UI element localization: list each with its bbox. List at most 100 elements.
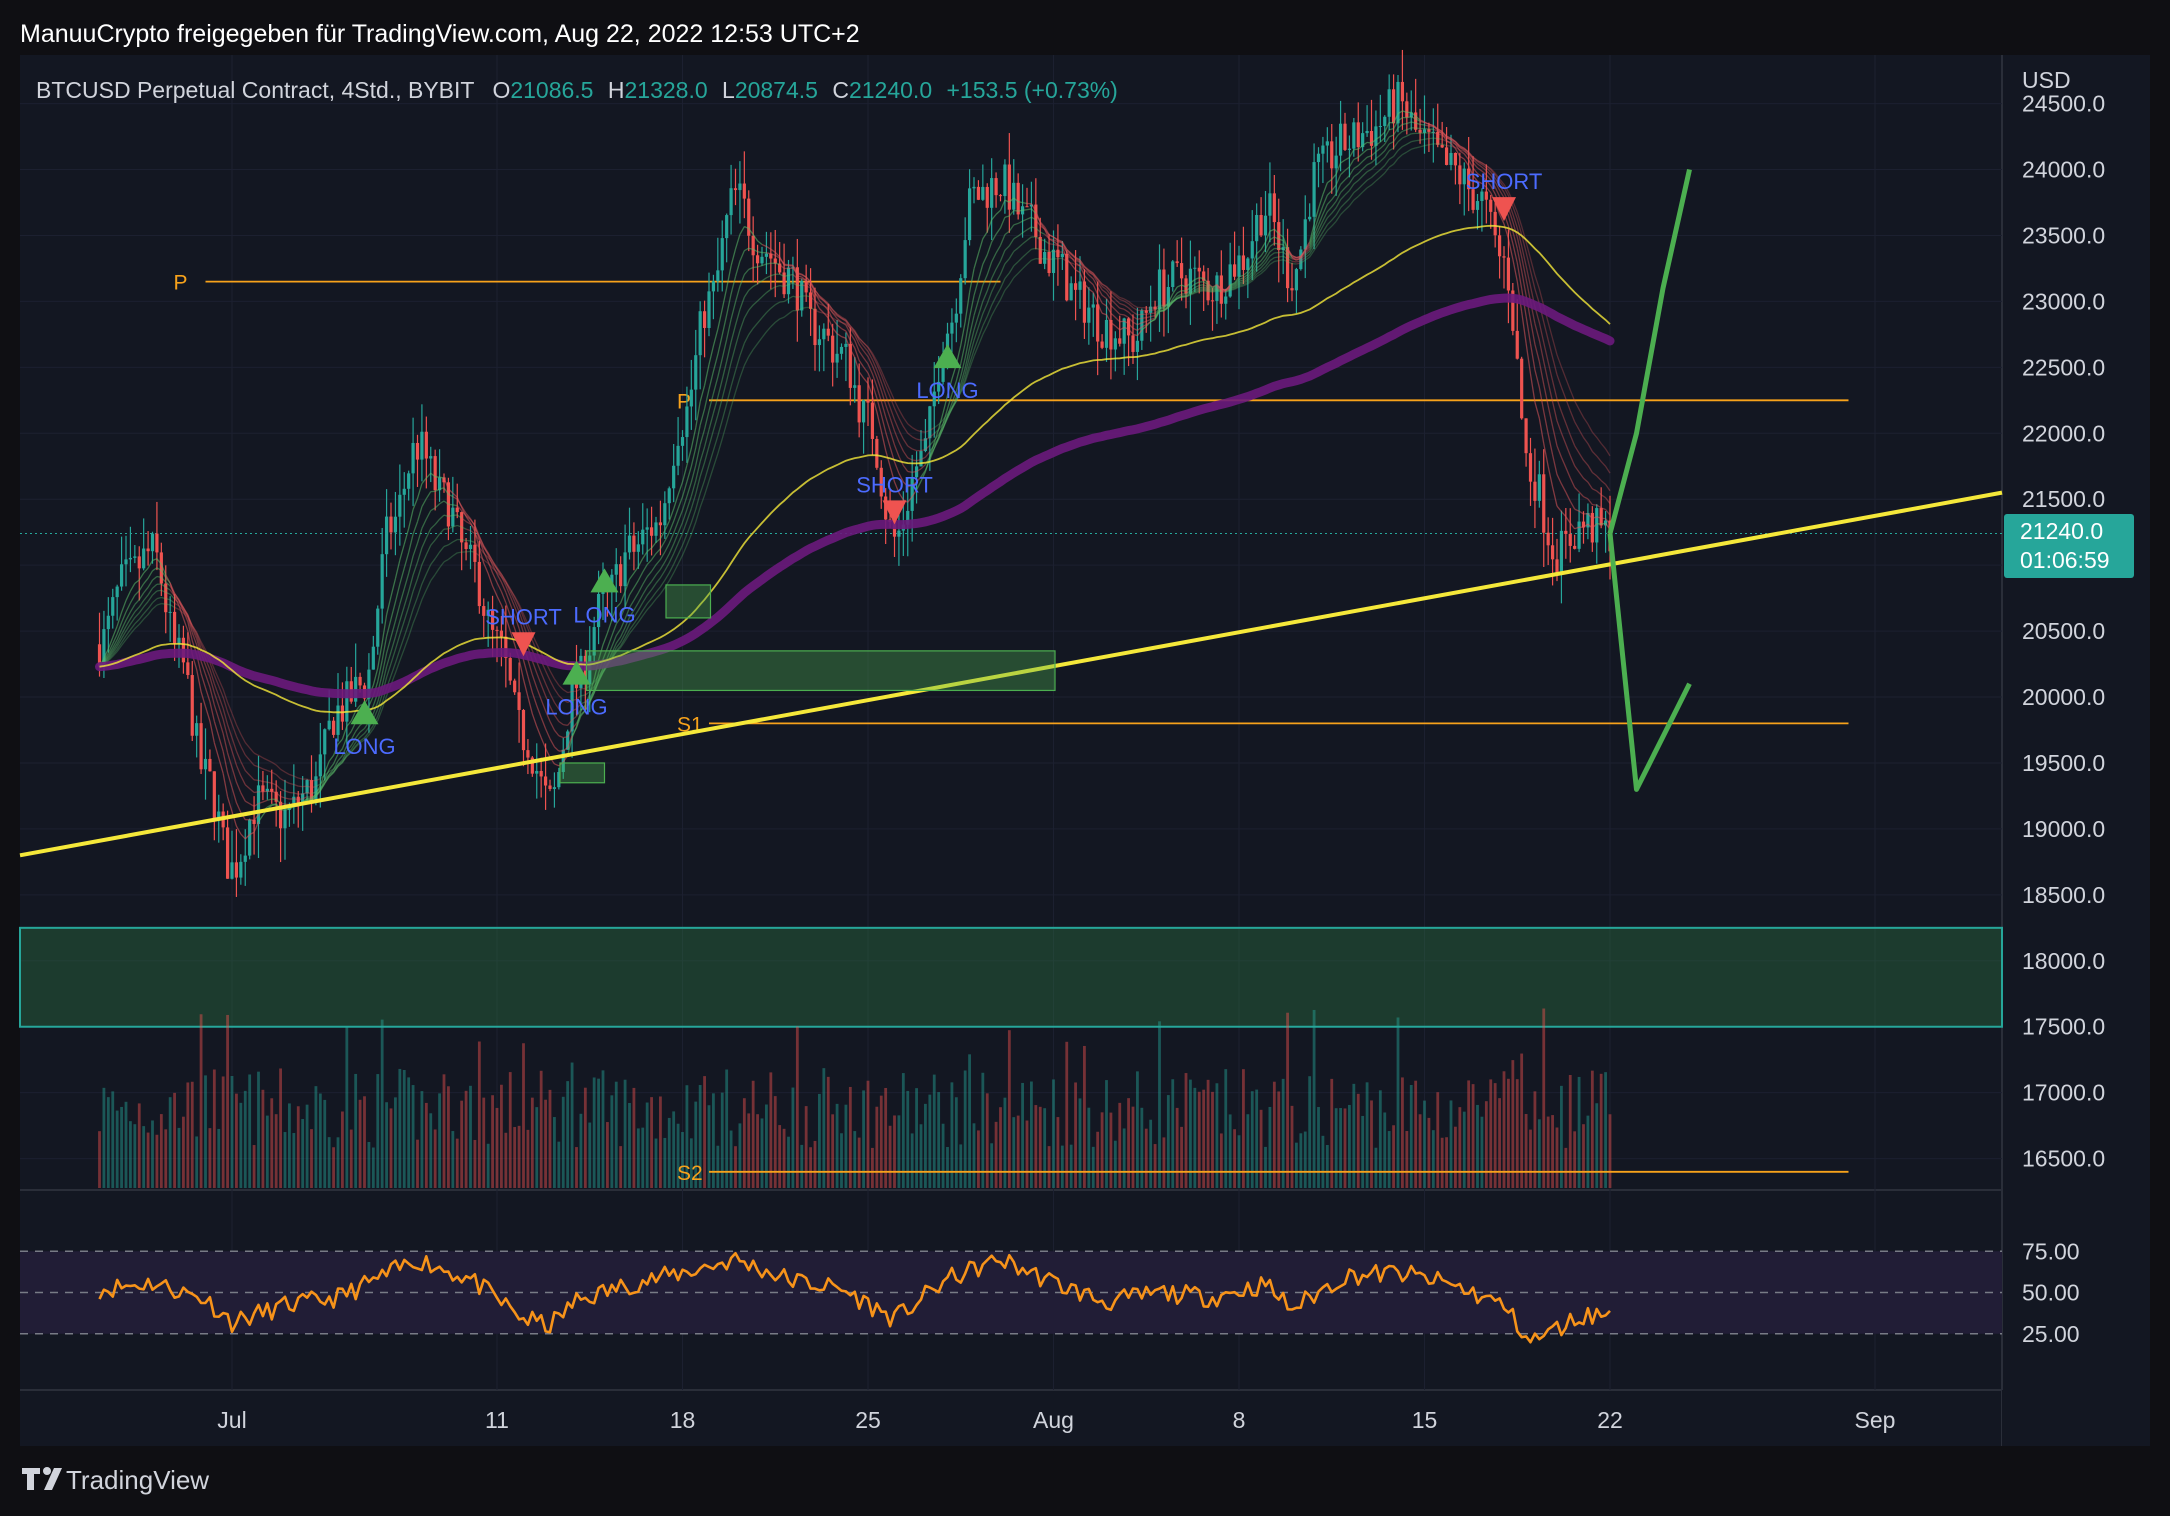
candle-body (1325, 141, 1329, 146)
candle-body (203, 758, 208, 770)
candle-body (1131, 335, 1135, 352)
current-price: 21240.0 (2020, 518, 2103, 544)
candle-body (667, 488, 671, 504)
candle-body (119, 564, 124, 587)
volume-bar (124, 1101, 128, 1188)
volume-bar (513, 1127, 517, 1188)
volume-bar (1264, 1146, 1267, 1188)
volume-bar (848, 1086, 852, 1188)
candle-body (619, 564, 623, 587)
share-line: ManuuCrypto freigegeben für TradingView.… (20, 20, 860, 48)
candle-body (950, 322, 954, 334)
candle-body (1171, 261, 1175, 288)
candle-body (928, 406, 932, 439)
price-axis[interactable] (2002, 55, 2150, 1390)
symbol-legend[interactable]: BTCUSD Perpetual Contract, 4Std., BYBIT … (36, 77, 1118, 103)
volume-bar (1127, 1098, 1130, 1188)
candle-body (239, 861, 243, 878)
volume-bar (217, 1128, 221, 1188)
candle-body (1497, 235, 1502, 257)
candle-body (552, 787, 557, 789)
candle-body (1418, 129, 1422, 133)
time-tick-label: 11 (485, 1407, 509, 1433)
volume-bar (111, 1091, 115, 1188)
candle-body (393, 516, 398, 533)
volume-bar (1555, 1127, 1559, 1188)
volume-bar (747, 1113, 751, 1188)
ribbon-segment (311, 785, 317, 789)
candle-body (967, 188, 972, 241)
volume-bar (274, 1114, 278, 1188)
volume-bar (98, 1131, 101, 1188)
candle-body (1051, 249, 1056, 274)
candle-body (981, 186, 985, 200)
volume-bar (310, 1129, 313, 1188)
candle-body (327, 720, 331, 730)
volume-bar (795, 1026, 799, 1188)
ribbon-segment (1207, 290, 1213, 293)
volume-bar (1551, 1115, 1554, 1188)
ribbon-segment (1406, 116, 1412, 119)
candle-body (1400, 81, 1405, 102)
ribbon-segment (1446, 140, 1452, 143)
candle-body (340, 705, 345, 722)
candle-body (702, 311, 707, 328)
volume-bar (853, 1131, 857, 1188)
volume-bar (1436, 1092, 1440, 1188)
candle-body (742, 183, 746, 199)
volume-bar (1242, 1069, 1245, 1188)
volume-bar (1003, 1097, 1007, 1188)
candle-body (1453, 152, 1458, 166)
price-tick-label: 16500.0 (2022, 1146, 2105, 1172)
volume-bar (1246, 1114, 1250, 1188)
volume-bar (804, 1106, 808, 1188)
volume-bar (420, 1091, 424, 1188)
volume-bar (168, 1097, 172, 1188)
volume-bar (1476, 1104, 1479, 1188)
ribbon-segment (784, 263, 789, 266)
candle-body (384, 516, 389, 555)
candle-body (1135, 340, 1140, 352)
ribbon-segment (165, 603, 171, 606)
candle-body (1126, 318, 1131, 336)
time-tick-label: Sep (1855, 1407, 1896, 1433)
candle-body (861, 400, 866, 423)
ribbon-segment (1366, 141, 1372, 144)
volume-bar (133, 1124, 137, 1188)
candle-body (389, 516, 393, 533)
candle-body (1599, 508, 1603, 526)
candle-body (764, 253, 769, 257)
candle-body (1524, 418, 1528, 454)
candle-body (1506, 257, 1511, 291)
volume-bar (561, 1096, 565, 1188)
volume-bar (570, 1062, 574, 1188)
time-axis[interactable] (20, 1390, 2002, 1446)
candle-body (1025, 206, 1029, 208)
volume-bar (469, 1085, 472, 1188)
candle-body (649, 527, 654, 536)
ribbon-segment (1424, 137, 1430, 140)
volume-bar (822, 1068, 826, 1188)
volume-bar (557, 1141, 561, 1188)
candle-body (1162, 269, 1166, 307)
volume-bar (1069, 1144, 1073, 1188)
volume-bar (1361, 1115, 1365, 1188)
volume-bar (977, 1130, 980, 1188)
volume-bar (893, 1115, 896, 1188)
candle-body (358, 676, 362, 686)
candle-body (1405, 101, 1409, 118)
candle-body (844, 343, 848, 347)
footer-brand[interactable]: TradingView (66, 1465, 209, 1495)
candle-body (1378, 126, 1382, 128)
candle-body (521, 709, 526, 751)
volume-bar (398, 1068, 402, 1188)
volume-bar (641, 1127, 645, 1188)
volume-bar (332, 1147, 335, 1188)
candle-body (680, 437, 685, 446)
candle-body (1303, 219, 1307, 250)
volume-bar (407, 1077, 411, 1188)
candle-body (760, 256, 764, 264)
price-tick-label: 23500.0 (2022, 222, 2105, 248)
volume-bar (623, 1079, 627, 1188)
volume-bar (742, 1098, 746, 1188)
